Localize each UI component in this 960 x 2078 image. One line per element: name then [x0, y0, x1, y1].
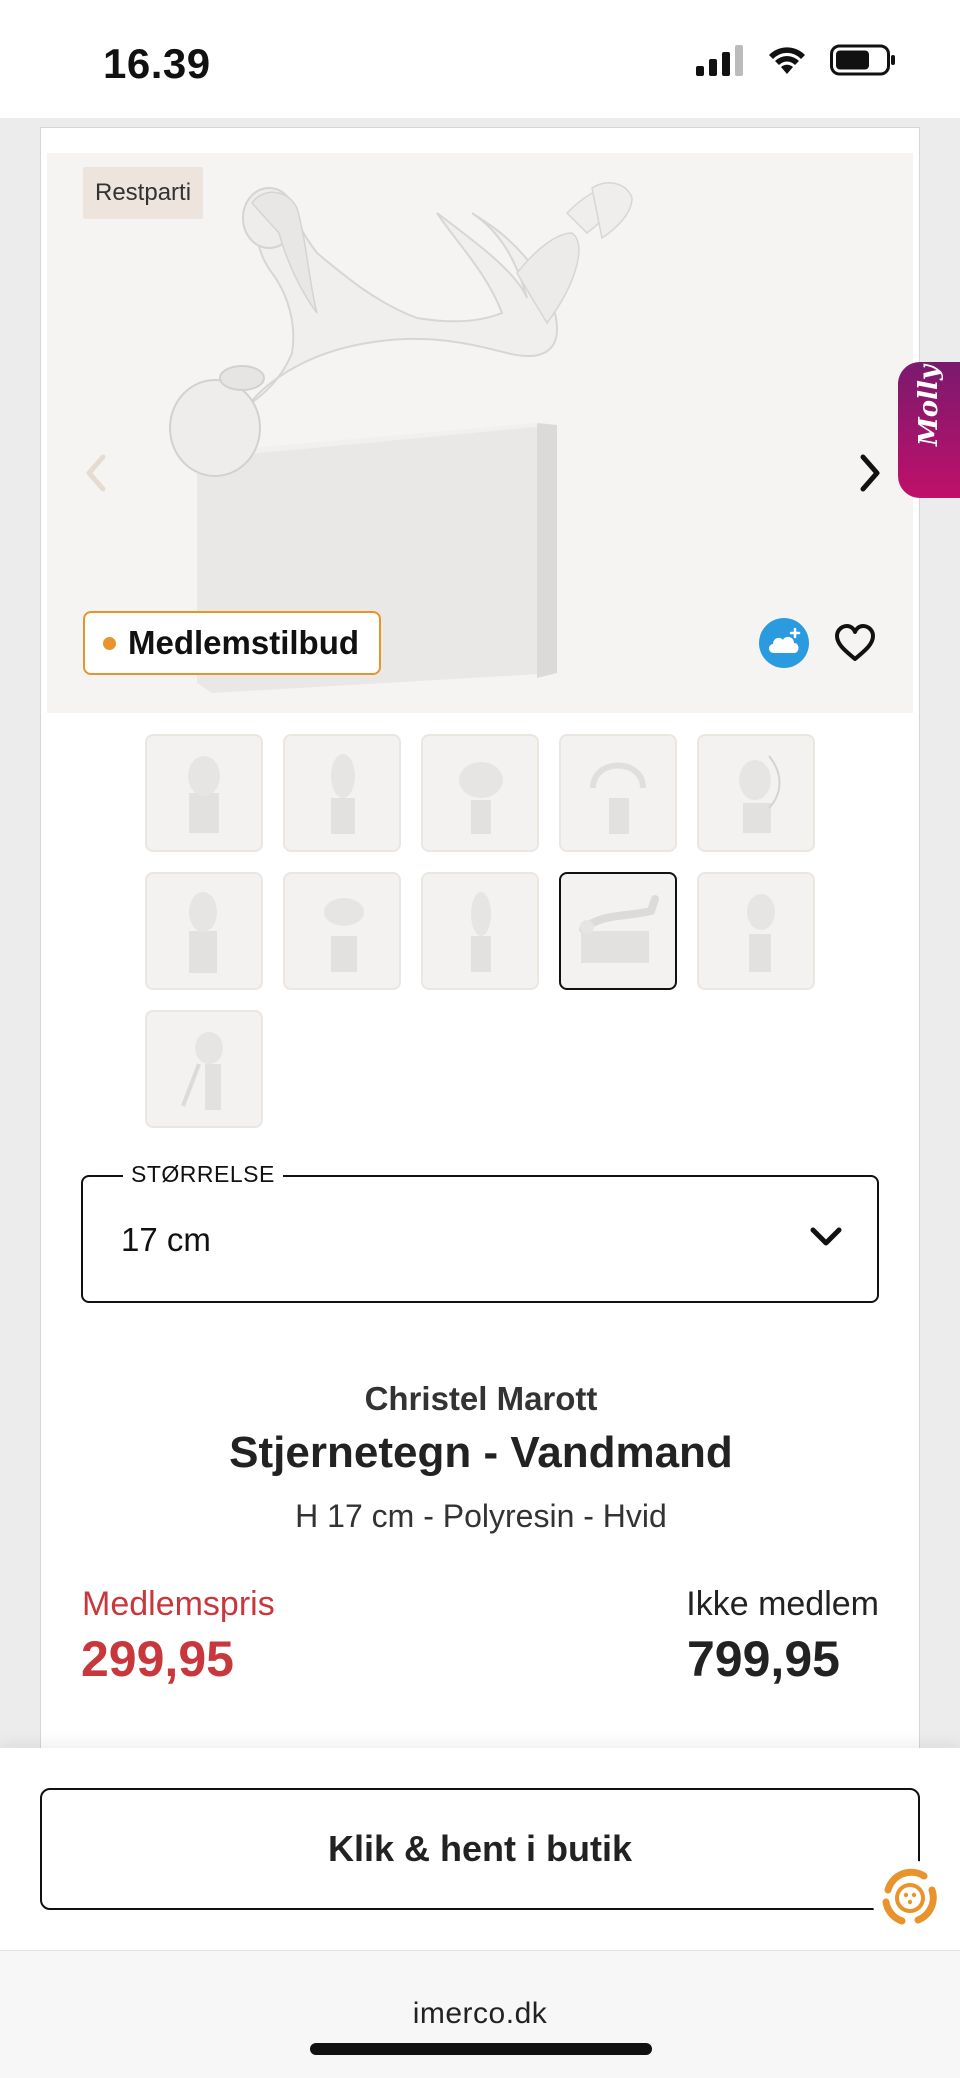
thumbnail[interactable] — [697, 734, 815, 852]
thumbnail[interactable] — [283, 734, 401, 852]
chevron-left-icon[interactable] — [83, 453, 109, 493]
size-select[interactable]: STØRRELSE 17 cm — [81, 1161, 879, 1303]
figurine-thumb-icon — [747, 894, 775, 972]
status-bar: 16.39 — [0, 0, 960, 118]
wishlist-button[interactable] — [829, 617, 881, 669]
size-value: 17 cm — [121, 1221, 211, 1258]
product-card: Restparti Medlemstilbud STØRRELSE 17 cm … — [40, 127, 920, 1750]
member-offer-label: Medlemstilbud — [128, 624, 360, 661]
figurine-thumb-icon — [188, 756, 220, 833]
figurine-thumb-icon — [324, 898, 364, 972]
chevron-right-icon[interactable] — [857, 453, 883, 493]
figurine-thumb-icon — [579, 895, 659, 963]
chat-label: Molly — [914, 365, 944, 446]
member-dot — [103, 636, 116, 650]
status-icons — [696, 44, 896, 76]
signal-icon — [696, 45, 743, 76]
thumbnail[interactable] — [421, 872, 539, 990]
thumbnail[interactable] — [697, 872, 815, 990]
product-title: Stjernetegn - Vandmand — [229, 1428, 733, 1477]
battery-icon — [830, 44, 895, 76]
chat-widget-tab[interactable]: Molly — [898, 362, 960, 498]
thumbnail-grid — [145, 734, 845, 1128]
figurine-thumb-icon — [590, 762, 646, 834]
cloud-plus-icon — [768, 627, 801, 653]
home-indicator — [310, 2043, 652, 2055]
nonmember-price: 799,95 — [687, 1631, 840, 1687]
product-brand[interactable]: Christel Marott — [41, 1380, 921, 1418]
thumbnail[interactable] — [145, 1010, 263, 1128]
member-price-label: Medlemspris — [82, 1585, 275, 1623]
loading-spinner-icon[interactable] — [872, 1860, 948, 1936]
thumbnail-selected[interactable] — [559, 872, 677, 990]
status-time: 16.39 — [103, 40, 211, 87]
member-price: 299,95 — [81, 1631, 234, 1687]
figurine-thumb-icon — [331, 754, 355, 834]
figurine-thumb-icon — [181, 1032, 223, 1110]
product-subtitle: H 17 cm - Polyresin - Hvid — [295, 1498, 667, 1534]
size-label: STØRRELSE — [123, 1161, 283, 1188]
nonmember-price-label: Ikke medlem — [686, 1585, 879, 1623]
thumbnail[interactable] — [283, 872, 401, 990]
thumbnail[interactable] — [145, 872, 263, 990]
heart-icon — [835, 624, 875, 661]
thumbnail[interactable] — [559, 734, 677, 852]
figurine-thumb-icon — [739, 755, 781, 833]
figurine-thumb-icon — [471, 892, 491, 972]
click-collect-button[interactable]: Klik & hent i butik — [40, 1788, 920, 1910]
url-text: imerco.dk — [412, 1997, 548, 2030]
chevron-down-icon — [810, 1227, 842, 1246]
figurine-thumb-icon — [189, 892, 217, 973]
browser-url-bar[interactable]: imerco.dk — [0, 1950, 960, 2078]
wifi-icon — [769, 47, 805, 74]
thumbnail[interactable] — [145, 734, 263, 852]
product-hero-image[interactable]: Restparti Medlemstilbud — [47, 153, 913, 713]
restparti-badge: Restparti — [83, 167, 204, 219]
thumbnail[interactable] — [421, 734, 539, 852]
cloud-add-button[interactable] — [759, 618, 809, 668]
member-offer-tag: Medlemstilbud — [83, 611, 382, 675]
sticky-cta-bar: Klik & hent i butik — [0, 1748, 960, 1950]
figurine-thumb-icon — [459, 762, 503, 834]
